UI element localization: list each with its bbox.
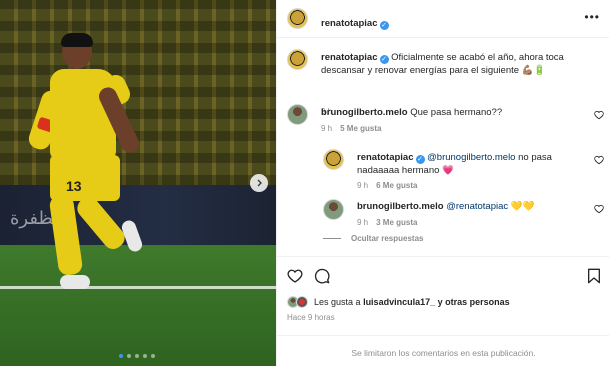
- player-figure: 13: [26, 33, 160, 300]
- reply-mention[interactable]: @brunogilberto.melo: [427, 152, 515, 163]
- chevron-right-icon: [257, 179, 262, 187]
- jersey-number: 13: [66, 178, 82, 194]
- reply-meta: 9 h 3 Me gusta: [357, 218, 417, 227]
- caption-avatar[interactable]: [287, 49, 308, 70]
- caption: renatotapiac ✓ Oficialmente se acabó el a…: [321, 51, 596, 77]
- comment-likes[interactable]: 5 Me gusta: [340, 124, 381, 133]
- comment-username[interactable]: brunogilberto.melo: [321, 107, 408, 118]
- post-panel: renatotapiac ✓ ••• renatotapiac ✓ Oficialm…: [276, 0, 609, 366]
- verified-badge-icon: ✓: [379, 55, 389, 64]
- footer-divider: [277, 335, 609, 336]
- commenter-avatar[interactable]: [287, 104, 308, 125]
- carousel-dot: [127, 354, 131, 358]
- carousel-dot: [151, 354, 155, 358]
- author-name-row: renatotapiac ✓: [321, 13, 389, 31]
- like-reply-heart-icon[interactable]: [594, 155, 604, 165]
- reply-text: 💛💛: [510, 201, 535, 212]
- like-heart-icon[interactable]: [287, 268, 303, 284]
- author-username[interactable]: renatotapiac: [321, 18, 378, 29]
- likes-user[interactable]: luisadvincula17_: [363, 297, 435, 307]
- carousel-dot: [143, 354, 147, 358]
- bookmark-icon[interactable]: [587, 268, 601, 284]
- carousel-dot: [135, 354, 139, 358]
- reply: brunogilberto.melo @renatotapiac 💛💛: [357, 200, 562, 213]
- liker-avatar[interactable]: [296, 296, 308, 308]
- reply-likes[interactable]: 3 Me gusta: [376, 218, 417, 227]
- more-options-icon[interactable]: •••: [584, 10, 600, 24]
- player-shorts: [50, 155, 120, 201]
- reply: renatotapiac ✓ @brunogilberto.melo no pas…: [357, 151, 562, 177]
- player-leg: [73, 192, 129, 254]
- actions-divider: [277, 256, 609, 257]
- comment-text: Que pasa hermano??: [410, 107, 503, 118]
- likes-summary: Les gusta a luisadvincula17_ y otras per…: [314, 297, 510, 307]
- reply-time[interactable]: 9 h: [357, 181, 368, 190]
- post-photo[interactable]: الظفرة 13: [0, 0, 276, 366]
- player-shoe: [60, 275, 90, 289]
- reply-meta: 9 h 6 Me gusta: [357, 181, 417, 190]
- likes-others[interactable]: y otras personas: [438, 297, 510, 307]
- hide-replies-button[interactable]: Ocultar respuestas: [351, 234, 423, 243]
- next-photo-button[interactable]: [250, 174, 268, 192]
- caption-username[interactable]: renatotapiac: [321, 52, 378, 63]
- hide-replies-line: [323, 238, 341, 239]
- comment-bubble-icon[interactable]: [314, 268, 330, 284]
- reply-username[interactable]: renatotapiac: [357, 152, 414, 163]
- like-reply-heart-icon[interactable]: [594, 204, 604, 214]
- carousel-dot: [119, 354, 123, 358]
- comment: brunogilberto.melo Que pasa hermano??: [321, 106, 502, 119]
- reply-avatar[interactable]: [323, 199, 344, 220]
- reply-likes[interactable]: 6 Me gusta: [376, 181, 417, 190]
- carousel-dots: [119, 354, 155, 358]
- comment-time[interactable]: 9 h: [321, 124, 332, 133]
- posted-ago[interactable]: Hace 9 horas: [287, 313, 335, 322]
- verified-badge-icon: ✓: [379, 21, 389, 30]
- reply-avatar[interactable]: [323, 149, 344, 170]
- player-hair: [61, 33, 93, 47]
- comments-limited-notice: Se limitaron los comentarios en esta pub…: [351, 348, 536, 358]
- player-shoe: [119, 218, 145, 254]
- like-comment-heart-icon[interactable]: [594, 110, 604, 120]
- comment-meta: 9 h 5 Me gusta: [321, 124, 381, 133]
- reply-time[interactable]: 9 h: [357, 218, 368, 227]
- verified-badge-icon: ✓: [415, 155, 425, 164]
- reply-username[interactable]: brunogilberto.melo: [357, 201, 444, 212]
- likes-prefix: Les gusta a: [314, 297, 361, 307]
- post-header: renatotapiac ✓ •••: [277, 0, 609, 38]
- author-avatar[interactable]: [287, 8, 308, 29]
- reply-mention[interactable]: @renatotapiac: [446, 201, 508, 212]
